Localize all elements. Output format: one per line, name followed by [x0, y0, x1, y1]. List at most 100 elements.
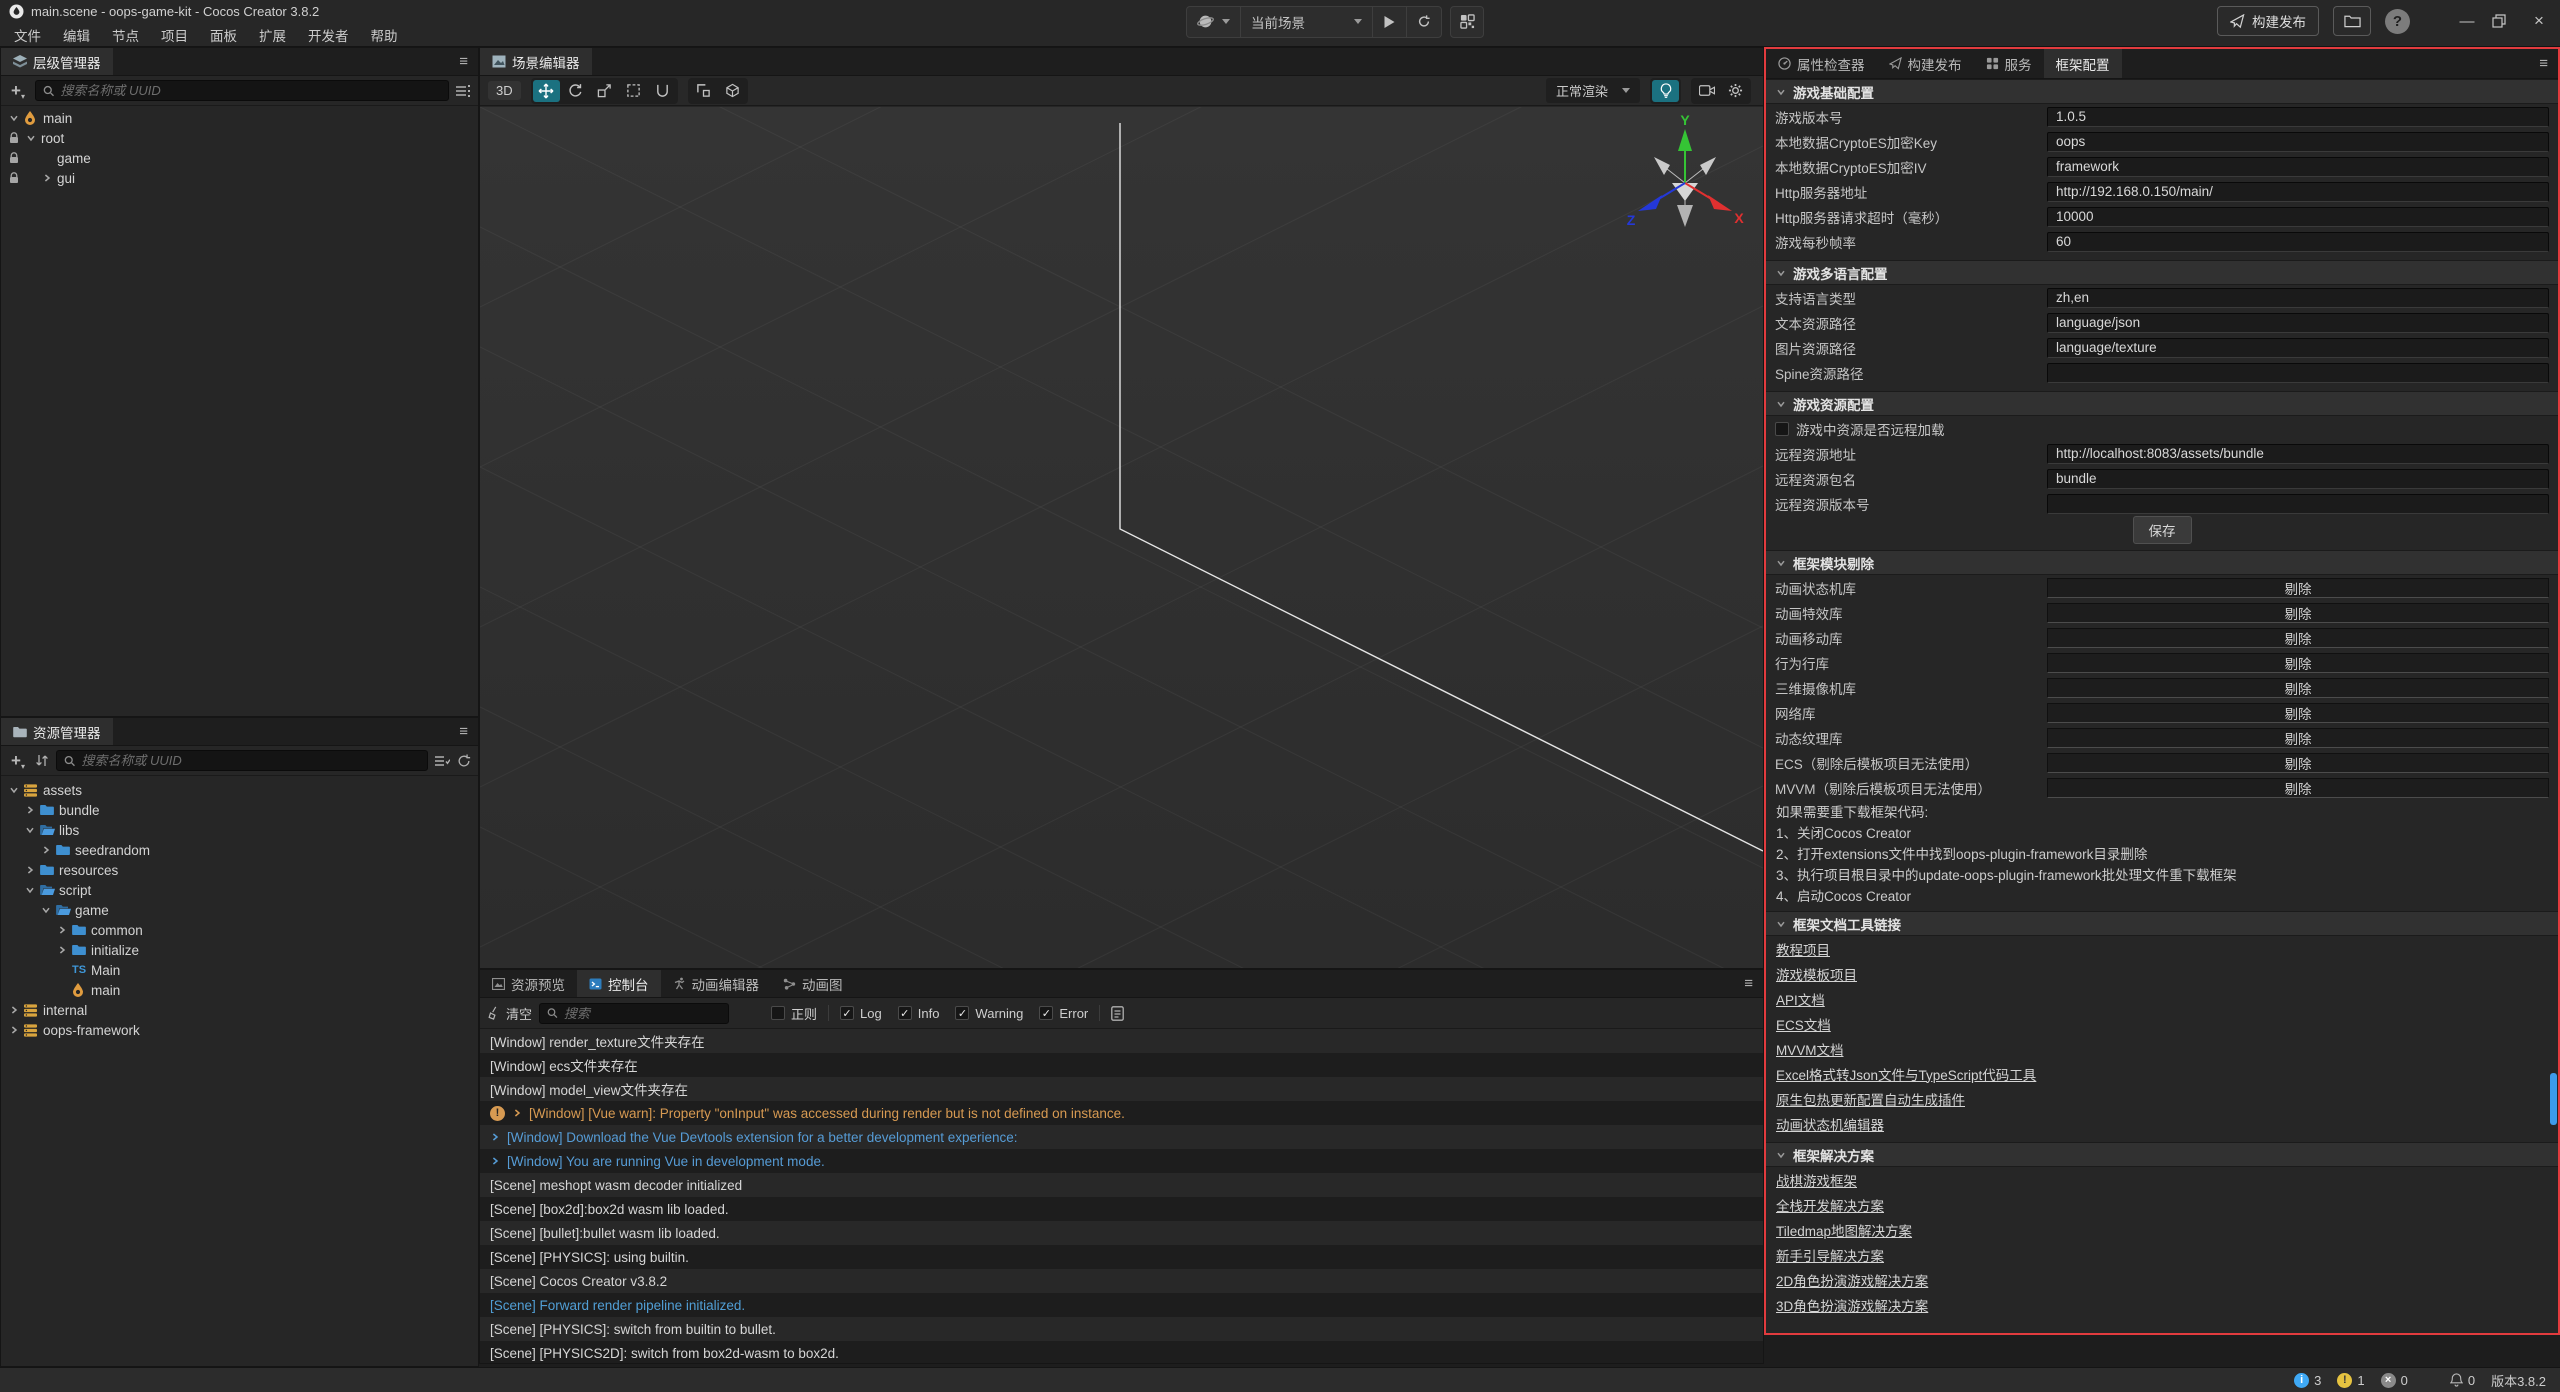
tab-构建发布[interactable]: 构建发布	[1877, 49, 1974, 78]
assets-tree-item-main[interactable]: main	[1, 980, 478, 1000]
link-3D角色扮演游戏解决方案[interactable]: 3D角色扮演游戏解决方案	[1776, 1295, 1928, 1315]
assets-tree-item-internal[interactable]: internal	[1, 1000, 478, 1020]
log-row[interactable]: [Scene] [PHYSICS]: using builtin.	[480, 1245, 1763, 1269]
hierarchy-tree-item-main[interactable]: main	[1, 108, 478, 128]
chevron-right-icon[interactable]	[57, 925, 72, 935]
minimize-button[interactable]: —	[2456, 13, 2478, 30]
inspector-scrollbar-thumb[interactable]	[2550, 1073, 2557, 1125]
tab-属性检查器[interactable]: 属性检查器	[1766, 49, 1877, 78]
menu-item-项目[interactable]: 项目	[150, 25, 199, 45]
scene-settings-button[interactable]	[1722, 80, 1749, 102]
tab-服务[interactable]: 服务	[1974, 49, 2044, 78]
panel-menu-icon[interactable]: ≡	[449, 48, 478, 75]
log-row[interactable]: [Scene] Forward render pipeline initiali…	[480, 1293, 1763, 1317]
status-notifications[interactable]: 0	[2450, 1373, 2475, 1388]
render-mode-dropdown[interactable]: 正常渲染	[1546, 78, 1640, 103]
menu-item-帮助[interactable]: 帮助	[360, 25, 409, 45]
trim-button[interactable]: 剔除	[2047, 728, 2549, 748]
log-row[interactable]: [Scene] [bullet]:bullet wasm lib loaded.	[480, 1221, 1763, 1245]
assets-search[interactable]	[56, 750, 428, 771]
clear-console-button[interactable]: 清空	[487, 1004, 532, 1023]
log-row[interactable]: [Window] ecs文件夹存在	[480, 1053, 1763, 1077]
link-原生包热更新配置自动生成插件[interactable]: 原生包热更新配置自动生成插件	[1776, 1089, 1965, 1109]
trim-button[interactable]: 剔除	[2047, 678, 2549, 698]
lighting-toggle-button[interactable]	[1652, 80, 1679, 102]
chevron-down-icon[interactable]	[9, 785, 24, 795]
rect-tool-button[interactable]	[620, 80, 647, 102]
trim-button[interactable]: 剔除	[2047, 778, 2549, 798]
link-MVVM文档[interactable]: MVVM文档	[1776, 1039, 1844, 1059]
filter-Warning-checkbox[interactable]: ✓Warning	[955, 1006, 1023, 1021]
menu-item-文件[interactable]: 文件	[3, 25, 52, 45]
assets-tree-item-oops-framework[interactable]: oops-framework	[1, 1020, 478, 1040]
section-header-游戏多语言配置[interactable]: 游戏多语言配置	[1766, 260, 2558, 285]
save-button[interactable]: 保存	[2133, 516, 2192, 544]
link-2D角色扮演游戏解决方案[interactable]: 2D角色扮演游戏解决方案	[1776, 1270, 1928, 1290]
log-detail-icon[interactable]	[1111, 1006, 1124, 1021]
rotate-tool-button[interactable]	[562, 80, 589, 102]
hierarchy-tree-item-gui[interactable]: gui	[1, 168, 478, 188]
field-input-远程资源版本号[interactable]	[2047, 494, 2549, 514]
log-row[interactable]: ![Window] [Vue warn]: Property "onInput"…	[480, 1101, 1763, 1125]
trim-button[interactable]: 剔除	[2047, 653, 2549, 673]
link-全栈开发解决方案[interactable]: 全栈开发解决方案	[1776, 1195, 1884, 1215]
chevron-right-icon[interactable]	[25, 805, 40, 815]
link-Tiledmap地图解决方案[interactable]: Tiledmap地图解决方案	[1776, 1220, 1912, 1240]
menu-item-扩展[interactable]: 扩展	[248, 25, 297, 45]
gizmo-2d-tool-button[interactable]	[649, 80, 676, 102]
section-header-游戏基础配置[interactable]: 游戏基础配置	[1766, 79, 2558, 104]
log-row[interactable]: [Scene] Cocos Creator v3.8.2	[480, 1269, 1763, 1293]
refresh-icon[interactable]	[457, 754, 471, 768]
regex-checkbox[interactable]: 正则	[771, 1004, 817, 1023]
chevron-right-icon[interactable]	[41, 845, 56, 855]
menu-item-编辑[interactable]: 编辑	[52, 25, 101, 45]
console-search[interactable]	[539, 1003, 729, 1024]
field-input-游戏版本号[interactable]	[2047, 107, 2549, 127]
checkbox-icon[interactable]	[1775, 422, 1789, 436]
panel-menu-icon[interactable]: ≡	[1734, 970, 1763, 997]
chevron-right-icon[interactable]	[25, 865, 40, 875]
panel-menu-icon[interactable]: ≡	[2529, 49, 2558, 78]
menu-item-节点[interactable]: 节点	[101, 25, 150, 45]
chevron-down-icon[interactable]	[25, 885, 40, 895]
field-input-本地数据CryptoES加密Key[interactable]	[2047, 132, 2549, 152]
section-header-游戏资源配置[interactable]: 游戏资源配置	[1766, 391, 2558, 416]
link-游戏模板项目[interactable]: 游戏模板项目	[1776, 964, 1857, 984]
chevron-down-icon[interactable]	[41, 905, 56, 915]
add-asset-button[interactable]: +▾	[8, 751, 28, 771]
chevron-right-icon[interactable]	[57, 945, 72, 955]
restart-button[interactable]	[1407, 7, 1441, 37]
link-战棋游戏框架[interactable]: 战棋游戏框架	[1776, 1170, 1857, 1190]
link-ECS文档[interactable]: ECS文档	[1776, 1014, 1831, 1034]
trim-button[interactable]: 剔除	[2047, 603, 2549, 623]
chevron-right-icon[interactable]	[9, 1025, 24, 1035]
link-Excel格式转Json文件与TypeScript代码工具[interactable]: Excel格式转Json文件与TypeScript代码工具	[1776, 1064, 2036, 1084]
assets-tree-item-libs[interactable]: libs	[1, 820, 478, 840]
tab-动画图[interactable]: 动画图	[771, 970, 855, 997]
close-button[interactable]: ×	[2528, 11, 2550, 31]
log-row[interactable]: [Scene] [box2d]:box2d wasm lib loaded.	[480, 1197, 1763, 1221]
filter-Error-checkbox[interactable]: ✓Error	[1039, 1006, 1088, 1021]
sort-assets-icon[interactable]	[35, 754, 49, 767]
scene-camera-button[interactable]	[1693, 80, 1720, 102]
tab-资源预览[interactable]: 资源预览	[480, 970, 577, 997]
axis-gizmo[interactable]: Y X Z	[1620, 115, 1750, 245]
field-input-本地数据CryptoES加密IV[interactable]	[2047, 157, 2549, 177]
tab-assets[interactable]: 资源管理器	[1, 718, 113, 745]
section-header-框架文档工具链接[interactable]: 框架文档工具链接	[1766, 911, 2558, 936]
chevron-down-icon[interactable]	[25, 825, 40, 835]
assets-search-input[interactable]	[81, 753, 420, 768]
link-API文档[interactable]: API文档	[1776, 989, 1825, 1009]
status-errors[interactable]: × 0	[2381, 1373, 2408, 1388]
filter-Log-checkbox[interactable]: ✓Log	[840, 1006, 882, 1021]
trim-button[interactable]: 剔除	[2047, 703, 2549, 723]
field-input-远程资源包名[interactable]	[2047, 469, 2549, 489]
field-input-文本资源路径[interactable]	[2047, 313, 2549, 333]
console-search-input[interactable]	[564, 1006, 721, 1021]
add-node-button[interactable]: +▾	[8, 81, 28, 101]
tab-hierarchy[interactable]: 层级管理器	[1, 48, 113, 75]
trim-button[interactable]: 剔除	[2047, 753, 2549, 773]
assets-tree-item-Main[interactable]: TSMain	[1, 960, 478, 980]
log-row[interactable]: [Window] model_view文件夹存在	[480, 1077, 1763, 1101]
maximize-button[interactable]	[2492, 14, 2514, 28]
